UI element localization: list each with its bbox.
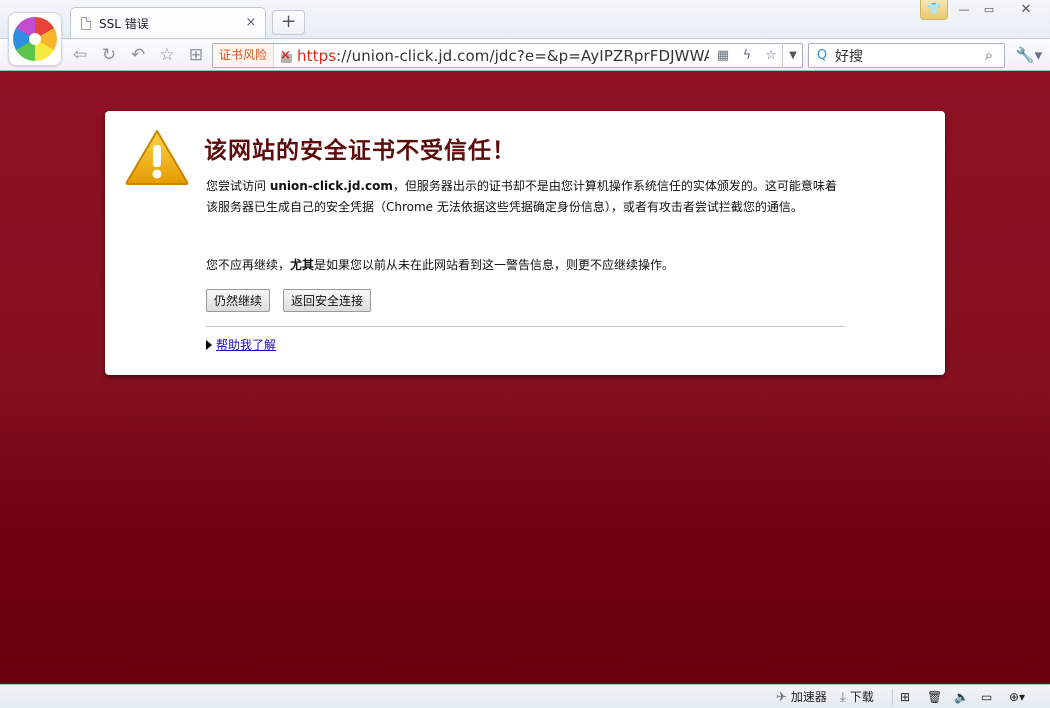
flash-icon[interactable]: ϟ <box>737 46 757 66</box>
page-icon <box>81 16 91 30</box>
restore-closed-button[interactable]: ↶ <box>126 43 150 67</box>
advice-emphasis: 尤其 <box>290 258 315 272</box>
refresh-button[interactable]: ↻ <box>97 43 121 67</box>
back-button[interactable]: ⇦ <box>68 43 92 67</box>
advice-suffix: 是如果您以前从未在此网站看到这一警告信息，则更不应继续操作。 <box>314 258 675 272</box>
certificate-risk-badge[interactable]: 证书风险 <box>213 44 275 67</box>
accelerator-icon: ✈ <box>776 690 787 705</box>
advice-prefix: 您不应再继续， <box>206 258 291 272</box>
qrcode-icon[interactable]: ▦ <box>713 46 733 66</box>
tab-close-button[interactable]: × <box>243 15 259 31</box>
bookmark-star-icon[interactable]: ☆ <box>761 46 781 66</box>
address-dropdown-button[interactable]: ▼ <box>782 43 803 68</box>
new-tab-button[interactable]: + <box>272 10 305 35</box>
tab-ssl-error[interactable]: SSL 错误 × <box>70 7 266 38</box>
tools-menu-button[interactable]: 🔧▾ <box>1012 43 1046 68</box>
url-text[interactable]: https://union-click.jd.com/jdc?e=&p=AyIP… <box>297 47 709 65</box>
accelerator-label: 加速器 <box>790 690 827 704</box>
download-icon: ⤓ <box>840 690 846 705</box>
url-scheme: https <box>297 46 337 65</box>
download-label: 下载 <box>849 690 874 704</box>
minimize-button[interactable]: — <box>952 0 976 20</box>
help-link-label: 帮助我了解 <box>216 338 277 352</box>
ssl-error-card: 该网站的安全证书不受信任！ 您尝试访问 union-click.jd.com，但… <box>105 111 945 375</box>
warning-icon <box>125 130 189 185</box>
error-explanation: 您尝试访问 union-click.jd.com，但服务器出示的证书却不是由您计… <box>206 176 848 218</box>
tab-title: SSL 错误 <box>99 16 149 31</box>
window-icon[interactable]: ▭ <box>981 688 992 706</box>
title-bar: SSL 错误 × + 👕 — ▭ ✕ <box>0 0 1050 38</box>
search-engine-icon[interactable]: Q <box>809 48 835 63</box>
statusbar-separator <box>892 689 893 705</box>
accelerator-button[interactable]: ✈ 加速器 <box>776 688 827 706</box>
error-title: 该网站的安全证书不受信任！ <box>204 137 516 164</box>
expand-triangle-icon <box>206 340 212 350</box>
divider <box>206 326 845 327</box>
skin-button[interactable]: 👕 <box>920 0 948 20</box>
explanation-prefix: 您尝试访问 <box>206 179 270 193</box>
apps-button[interactable]: ⊞ <box>184 43 208 67</box>
maximize-button[interactable]: ▭ <box>977 0 1001 20</box>
error-advice: 您不应再继续，尤其是如果您以前从未在此网站看到这一警告信息，则更不应继续操作。 <box>206 255 848 276</box>
search-icon[interactable]: ⌕ <box>975 44 1003 67</box>
volume-icon[interactable]: 🔈 <box>954 688 969 706</box>
status-bar: ✈ 加速器 ⤓ 下载 ⊞ 🗑 🔈 ▭ ⊕▾ <box>0 684 1050 708</box>
proceed-anyway-button[interactable]: 仍然继续 <box>206 289 271 312</box>
search-input[interactable] <box>835 47 975 64</box>
error-hostname: union-click.jd.com <box>269 179 393 193</box>
search-box[interactable]: Q ⌕ <box>808 43 1005 68</box>
browser-logo-icon <box>13 17 57 61</box>
broken-lock-icon[interactable]: × <box>279 48 295 63</box>
help-me-understand-link[interactable]: 帮助我了解 <box>206 336 276 353</box>
zoom-icon[interactable]: ⊕▾ <box>1009 688 1025 706</box>
back-to-safety-button[interactable]: 返回安全连接 <box>283 289 372 312</box>
browser-logo[interactable] <box>8 12 62 66</box>
navigation-toolbar: ⇦ ↻ ↶ ☆ ⊞ 证书风险 × https://union-click.jd.… <box>0 38 1050 71</box>
shirt-icon: 👕 <box>927 2 941 15</box>
url-path: ://union-click.jd.com/jdc?e=&p=AyIPZRprF… <box>336 46 710 65</box>
trash-icon[interactable]: 🗑 <box>927 688 942 706</box>
address-bar[interactable]: 证书风险 × https://union-click.jd.com/jdc?e=… <box>212 43 803 68</box>
add-icon[interactable]: ⊞ <box>900 688 910 706</box>
favorites-button[interactable]: ☆ <box>155 43 179 67</box>
download-button[interactable]: ⤓ 下载 <box>840 688 874 706</box>
close-window-button[interactable]: ✕ <box>1004 0 1048 20</box>
page-content: 该网站的安全证书不受信任！ 您尝试访问 union-click.jd.com，但… <box>0 71 1050 684</box>
